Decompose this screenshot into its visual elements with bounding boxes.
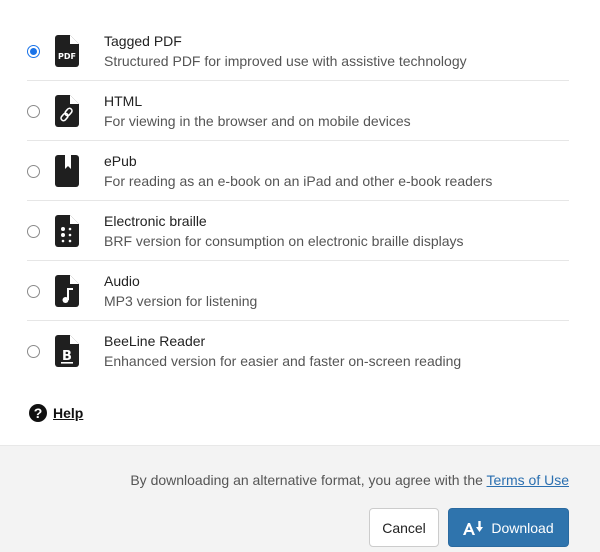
cancel-button[interactable]: Cancel xyxy=(369,508,439,547)
format-description: Structured PDF for improved use with ass… xyxy=(104,53,467,69)
format-description: Enhanced version for easier and faster o… xyxy=(104,353,462,369)
format-description: MP3 version for listening xyxy=(104,293,258,309)
format-options-list: PDF Tagged PDF Structured PDF for improv… xyxy=(0,21,600,381)
format-title: HTML xyxy=(104,93,143,109)
download-format-icon xyxy=(463,520,484,535)
format-title: Audio xyxy=(104,273,140,289)
help-link[interactable]: Help xyxy=(53,405,83,421)
format-description: For viewing in the browser and on mobile… xyxy=(104,113,411,129)
format-description: BRF version for consumption on electroni… xyxy=(104,233,464,249)
radio-audio[interactable] xyxy=(27,285,40,298)
terms-agreement: By downloading an alternative format, yo… xyxy=(130,472,569,488)
agreement-text: By downloading an alternative format, yo… xyxy=(130,472,487,488)
book-bookmark-icon xyxy=(55,155,79,187)
link-file-icon xyxy=(55,95,79,127)
format-title: Electronic braille xyxy=(104,213,207,229)
braille-file-icon xyxy=(55,215,79,247)
help-link-group[interactable]: ? Help xyxy=(29,404,83,422)
format-title: BeeLine Reader xyxy=(104,333,206,349)
download-button[interactable]: Download xyxy=(448,508,569,547)
svg-text:PDF: PDF xyxy=(58,52,76,61)
format-title: ePub xyxy=(104,153,137,169)
format-option-audio[interactable]: Audio MP3 version for listening xyxy=(27,261,569,321)
radio-html[interactable] xyxy=(27,105,40,118)
format-option-html[interactable]: HTML For viewing in the browser and on m… xyxy=(27,81,569,141)
radio-braille[interactable] xyxy=(27,225,40,238)
radio-beeline[interactable] xyxy=(27,345,40,358)
terms-of-use-link[interactable]: Terms of Use xyxy=(487,472,569,488)
dialog-footer: By downloading an alternative format, yo… xyxy=(0,445,600,552)
format-option-braille[interactable]: Electronic braille BRF version for consu… xyxy=(27,201,569,261)
cancel-label: Cancel xyxy=(382,519,426,536)
audio-file-icon xyxy=(55,275,79,307)
format-option-beeline[interactable]: B BeeLine Reader Enhanced version for ea… xyxy=(27,321,569,381)
svg-text:B: B xyxy=(62,349,72,364)
question-circle-icon: ? xyxy=(29,404,47,422)
radio-tagged-pdf[interactable] xyxy=(27,45,40,58)
download-label: Download xyxy=(491,519,554,536)
beeline-file-icon: B xyxy=(55,335,79,367)
pdf-file-icon: PDF xyxy=(55,35,79,67)
format-title: Tagged PDF xyxy=(104,33,182,49)
radio-epub[interactable] xyxy=(27,165,40,178)
format-description: For reading as an e-book on an iPad and … xyxy=(104,173,493,189)
format-option-epub[interactable]: ePub For reading as an e-book on an iPad… xyxy=(27,141,569,201)
format-option-tagged-pdf[interactable]: PDF Tagged PDF Structured PDF for improv… xyxy=(27,21,569,81)
